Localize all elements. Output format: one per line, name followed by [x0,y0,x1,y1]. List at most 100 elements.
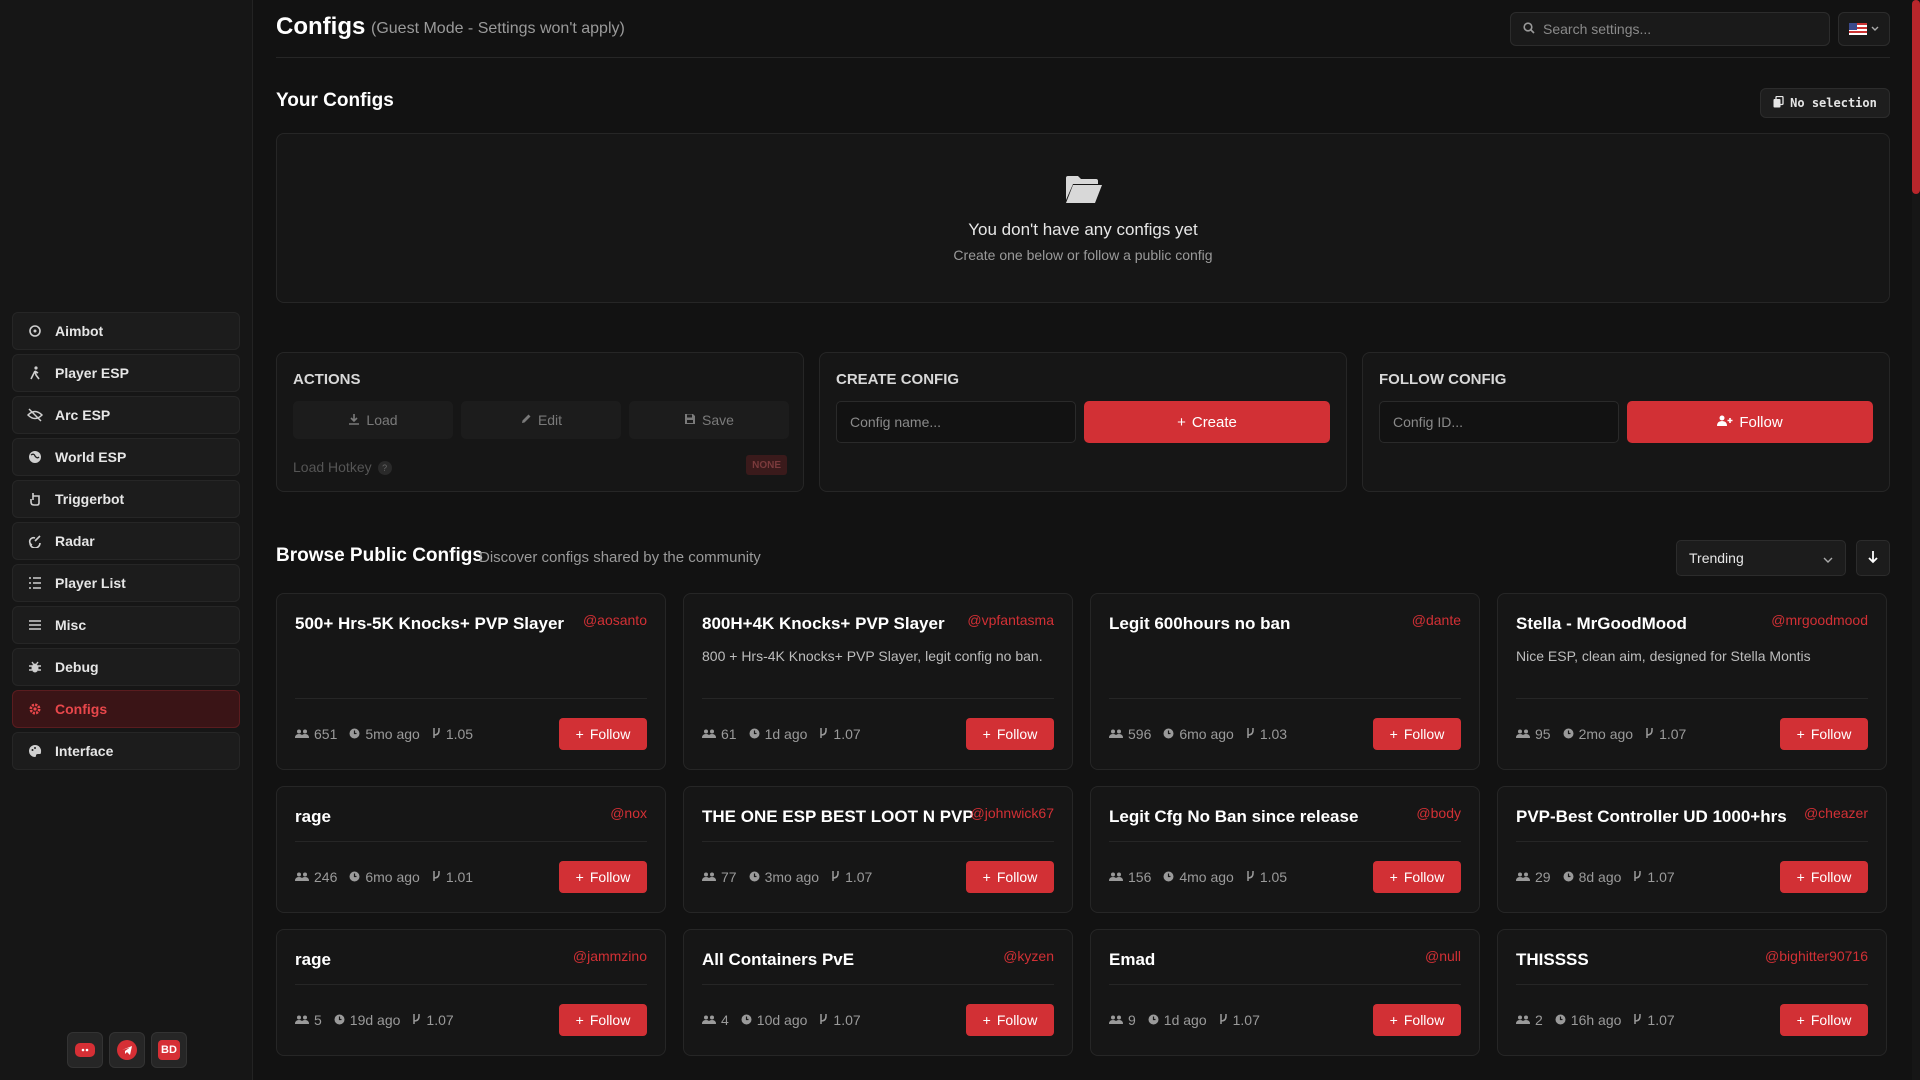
config-author[interactable]: @mrgoodmood [1771,612,1868,628]
sidebar-item-player-list[interactable]: Player List [12,564,240,602]
follow-button[interactable]: + Follow [1373,1004,1461,1036]
config-card[interactable]: THE ONE ESP BEST LOOT N PVP @johnwick67 77… [683,786,1073,913]
bd-button[interactable]: BD [151,1032,187,1068]
config-author[interactable]: @vpfantasma [967,612,1054,628]
config-author[interactable]: @dante [1412,612,1461,628]
config-author[interactable]: @kyzen [1003,948,1054,964]
sidebar-item-radar[interactable]: Radar [12,522,240,560]
scrollbar-thumb[interactable] [1912,0,1920,194]
search-input[interactable]: Search settings... [1510,12,1830,46]
sidebar-item-world-esp[interactable]: World ESP [12,438,240,476]
follow-button[interactable]: + Follow [1780,861,1868,893]
updated-time: 6mo ago [365,869,420,885]
followers-stat: 9 [1109,1012,1136,1028]
config-card[interactable]: Emad @null 9 1d ago 1.07 + Follow [1090,929,1480,1056]
branch-icon [819,1012,828,1028]
follow-button[interactable]: + Follow [966,861,1054,893]
config-card[interactable]: Legit Cfg No Ban since release @body 156 4m… [1090,786,1480,913]
config-id-input[interactable]: Config ID... [1379,401,1619,443]
sidebar-item-debug[interactable]: Debug [12,648,240,686]
social-links: BD [67,1032,187,1068]
list-icon [27,575,43,591]
hotkey-value[interactable]: NONE [746,455,787,475]
config-author[interactable]: @cheazer [1804,805,1868,821]
config-card[interactable]: All Containers PvE @kyzen 4 10d ago 1.07 + Fol… [683,929,1073,1056]
follow-button[interactable]: + Follow [559,861,647,893]
follow-config-button[interactable]: Follow [1627,401,1873,443]
empty-title: You don't have any configs yet [968,220,1198,239]
save-button[interactable]: Save [629,401,789,439]
updated-time: 4mo ago [1179,869,1234,885]
user-plus-icon [1717,414,1733,431]
config-version: 1.03 [1259,726,1288,742]
sidebar-item-misc[interactable]: Misc [12,606,240,644]
config-title: THISSSS [1516,950,1589,969]
clock-icon [741,1012,752,1028]
followers-count: 246 [314,869,338,885]
config-author[interactable]: @body [1416,805,1461,821]
followers-count: 29 [1535,869,1551,885]
follow-button[interactable]: + Follow [1780,718,1868,750]
config-card[interactable]: 500+ Hrs-5K Knocks+ PVP Slayer @aosanto 65… [276,593,666,770]
sidebar-item-aimbot[interactable]: Aimbot [12,312,240,350]
followers-count: 77 [721,869,737,885]
users-icon [702,1012,716,1028]
config-author[interactable]: @null [1425,948,1461,964]
updated-time: 2mo ago [1578,726,1634,742]
sort-direction-button[interactable] [1856,540,1890,576]
language-select[interactable] [1838,12,1890,46]
config-version: 1.07 [833,1012,861,1028]
plus-icon: + [982,1012,991,1028]
config-author[interactable]: @bighitter90716 [1765,948,1868,964]
help-icon[interactable]: ? [377,461,392,476]
followers-count: 651 [314,726,338,742]
sidebar-item-arc-esp[interactable]: Arc ESP [12,396,240,434]
telegram-button[interactable] [109,1032,145,1068]
config-author[interactable]: @aosanto [583,612,647,628]
sort-select[interactable]: Trending [1676,540,1846,576]
sidebar-item-configs[interactable]: Configs [12,690,240,728]
config-meta: 5 19d ago 1.07 [295,1012,454,1028]
create-button[interactable]: + Create [1084,401,1330,443]
load-button[interactable]: Load [293,401,453,439]
discord-button[interactable] [67,1032,103,1068]
follow-button[interactable]: + Follow [1780,1004,1868,1036]
config-card[interactable]: Stella - MrGoodMood @mrgoodmood Nice ESP, … [1497,593,1887,770]
config-card[interactable]: Legit 600hours no ban @dante 596 6mo ago 1.0… [1090,593,1480,770]
sidebar-item-triggerbot[interactable]: Triggerbot [12,480,240,518]
follow-button[interactable]: + Follow [1373,861,1461,893]
updated-time: 19d ago [349,1012,401,1028]
copy-icon [1773,95,1784,111]
config-name-input[interactable]: Config name... [836,401,1076,443]
load-hotkey-row: Load Hotkey? [293,459,392,476]
config-author[interactable]: @johnwick67 [971,805,1054,821]
sidebar-item-label: Misc [55,617,87,633]
users-icon [295,726,309,742]
follow-button[interactable]: + Follow [559,1004,647,1036]
sidebar-item-player-esp[interactable]: Player ESP [12,354,240,392]
config-card[interactable]: 800H+4K Knocks+ PVP Slayer @vpfantasma 800… [683,593,1073,770]
updated-time: 10d ago [756,1012,808,1028]
radar-icon [27,533,43,549]
follow-button[interactable]: + Follow [559,718,647,750]
sidebar-item-interface[interactable]: Interface [12,732,240,770]
scrollbar[interactable] [1912,0,1920,1080]
chevron-down-icon [1871,24,1879,35]
config-card[interactable]: PVP-Best Controller UD 1000+hrs @cheazer 2… [1497,786,1887,913]
config-card[interactable]: rage @nox 246 6mo ago 1.01 + Follow [276,786,666,913]
hand-pointer-icon [27,491,43,507]
config-meta: 156 4mo ago 1.05 [1109,869,1287,885]
config-author[interactable]: @nox [610,805,647,821]
follow-button[interactable]: + Follow [1373,718,1461,750]
follow-button[interactable]: + Follow [966,718,1054,750]
palette-icon [27,743,43,759]
follow-button[interactable]: + Follow [966,1004,1054,1036]
config-card[interactable]: rage @jammzino 5 19d ago 1.07 + Follow [276,929,666,1056]
config-author[interactable]: @jammzino [573,948,647,964]
config-card[interactable]: THISSSS @bighitter90716 2 16h ago 1.07 + Follo… [1497,929,1887,1056]
folder-open-icon [1065,174,1103,207]
eye-slash-icon [27,407,43,423]
follow-label: Follow [589,869,631,885]
telegram-icon [117,1040,137,1060]
edit-button[interactable]: Edit [461,401,621,439]
